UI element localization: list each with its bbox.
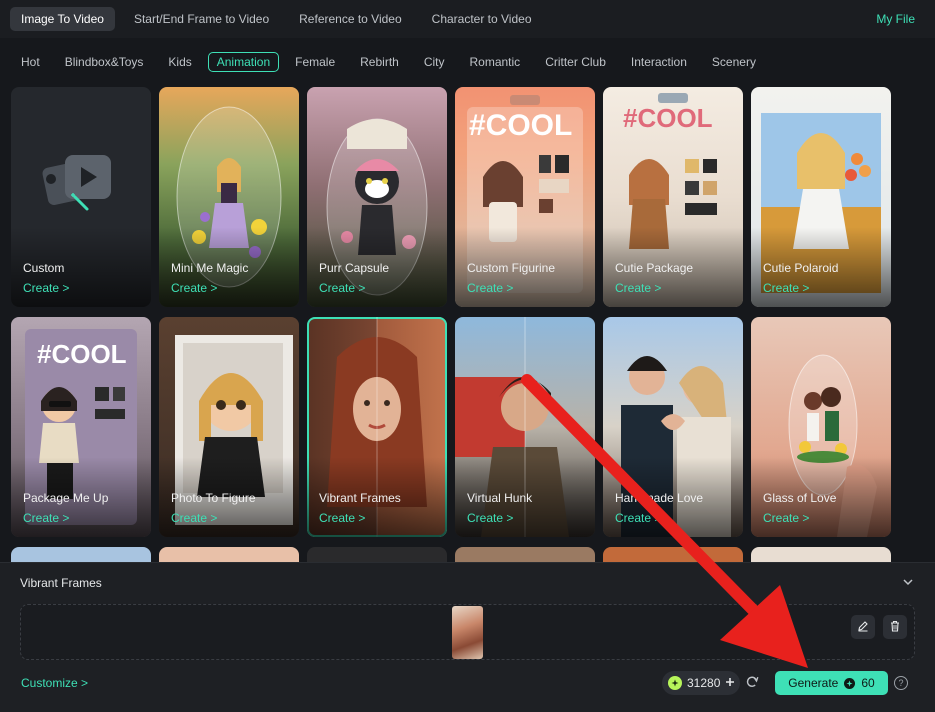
card-title: Custom <box>23 261 65 275</box>
card-banner-text: #COOL <box>623 103 713 133</box>
category-critter-club[interactable]: Critter Club <box>536 52 615 72</box>
template-card-package-me-up[interactable]: #COOL Package Me Up Create > <box>11 317 151 537</box>
uploaded-image-thumbnail[interactable] <box>452 606 483 659</box>
template-card-mini-me-magic[interactable]: Mini Me Magic Create > <box>159 87 299 307</box>
template-card-virtual-hunk[interactable]: Virtual Hunk Create > <box>455 317 595 537</box>
category-hot[interactable]: Hot <box>12 52 49 72</box>
template-card-photo-to-figure[interactable]: Photo To Figure Create > <box>159 317 299 537</box>
credit-coin-icon <box>844 677 856 689</box>
card-title: Purr Capsule <box>319 261 390 275</box>
card-title: Photo To Figure <box>171 491 256 505</box>
card-title: Virtual Hunk <box>467 491 533 505</box>
category-rebirth[interactable]: Rebirth <box>351 52 408 72</box>
tab-reference-to-video[interactable]: Reference to Video <box>288 7 413 31</box>
refresh-icon[interactable] <box>745 675 759 692</box>
card-title: Cutie Polaroid <box>763 261 839 275</box>
top-tab-bar: Image To Video Start/End Frame to Video … <box>0 0 935 38</box>
pencil-icon <box>857 620 869 635</box>
card-create-link[interactable]: Create > <box>763 281 809 295</box>
category-kids[interactable]: Kids <box>159 52 200 72</box>
template-grid: Custom Create > Mini Me Magic Create > P… <box>11 87 911 567</box>
card-title: Custom Figurine <box>467 261 556 275</box>
card-title: Mini Me Magic <box>171 261 249 275</box>
help-icon[interactable]: ? <box>894 676 908 690</box>
category-interaction[interactable]: Interaction <box>622 52 696 72</box>
category-city[interactable]: City <box>415 52 454 72</box>
card-create-link[interactable]: Create > <box>467 511 513 525</box>
customize-link[interactable]: Customize > <box>21 676 88 690</box>
card-create-link[interactable]: Create > <box>23 281 69 295</box>
trash-icon <box>889 620 901 635</box>
template-card-vibrant-frames[interactable]: Vibrant Frames Create > <box>307 317 447 537</box>
template-card-custom-figurine[interactable]: #COOL Custom Figurine Create > <box>455 87 595 307</box>
generate-panel: Vibrant Frames Customize > 31280 Generat… <box>0 562 935 712</box>
my-file-link[interactable]: My File <box>876 12 915 26</box>
credits-balance[interactable]: 31280 <box>662 671 740 695</box>
collapse-chevron-icon[interactable] <box>903 575 913 589</box>
category-scenery[interactable]: Scenery <box>703 52 765 72</box>
delete-button[interactable] <box>883 615 907 639</box>
category-romantic[interactable]: Romantic <box>461 52 530 72</box>
credit-coin-icon <box>668 676 682 690</box>
card-create-link[interactable]: Create > <box>467 281 513 295</box>
card-create-link[interactable]: Create > <box>615 281 661 295</box>
template-card-purr-capsule[interactable]: Purr Capsule Create > <box>307 87 447 307</box>
category-blindbox-toys[interactable]: Blindbox&Toys <box>56 52 153 72</box>
template-card-handmade-love[interactable]: Handmade Love Create > <box>603 317 743 537</box>
card-title: Glass of Love <box>763 491 837 505</box>
generate-cost: 60 <box>861 676 875 690</box>
category-female[interactable]: Female <box>286 52 344 72</box>
tab-character-to-video[interactable]: Character to Video <box>421 7 543 31</box>
card-title: Vibrant Frames <box>319 491 401 505</box>
selected-template-title: Vibrant Frames <box>20 576 102 590</box>
template-card-custom[interactable]: Custom Create > <box>11 87 151 307</box>
card-create-link[interactable]: Create > <box>171 511 217 525</box>
category-animation[interactable]: Animation <box>207 52 280 72</box>
card-create-link[interactable]: Create > <box>615 511 661 525</box>
credits-amount: 31280 <box>687 676 721 690</box>
card-create-link[interactable]: Create > <box>319 281 365 295</box>
generate-button[interactable]: Generate 60 <box>775 671 888 695</box>
card-create-link[interactable]: Create > <box>171 281 217 295</box>
template-card-cutie-polaroid[interactable]: Cutie Polaroid Create > <box>751 87 891 307</box>
image-upload-zone[interactable] <box>20 604 915 660</box>
edit-button[interactable] <box>851 615 875 639</box>
card-banner-text: #COOL <box>37 339 127 369</box>
generate-label: Generate <box>788 676 839 690</box>
tab-start-end-frame[interactable]: Start/End Frame to Video <box>123 7 280 31</box>
card-title: Package Me Up <box>23 491 109 505</box>
card-create-link[interactable]: Create > <box>23 511 69 525</box>
card-title: Cutie Package <box>615 261 694 275</box>
template-card-cutie-package[interactable]: #COOL Cutie Package Create > <box>603 87 743 307</box>
category-bar: Hot Blindbox&Toys Kids Animation Female … <box>0 48 935 76</box>
card-create-link[interactable]: Create > <box>319 511 365 525</box>
template-card-glass-of-love[interactable]: Glass of Love Create > <box>751 317 891 537</box>
plus-icon[interactable] <box>725 676 735 690</box>
tab-image-to-video[interactable]: Image To Video <box>10 7 115 31</box>
card-title: Handmade Love <box>615 491 704 505</box>
card-create-link[interactable]: Create > <box>763 511 809 525</box>
card-banner-text: #COOL <box>469 109 573 142</box>
